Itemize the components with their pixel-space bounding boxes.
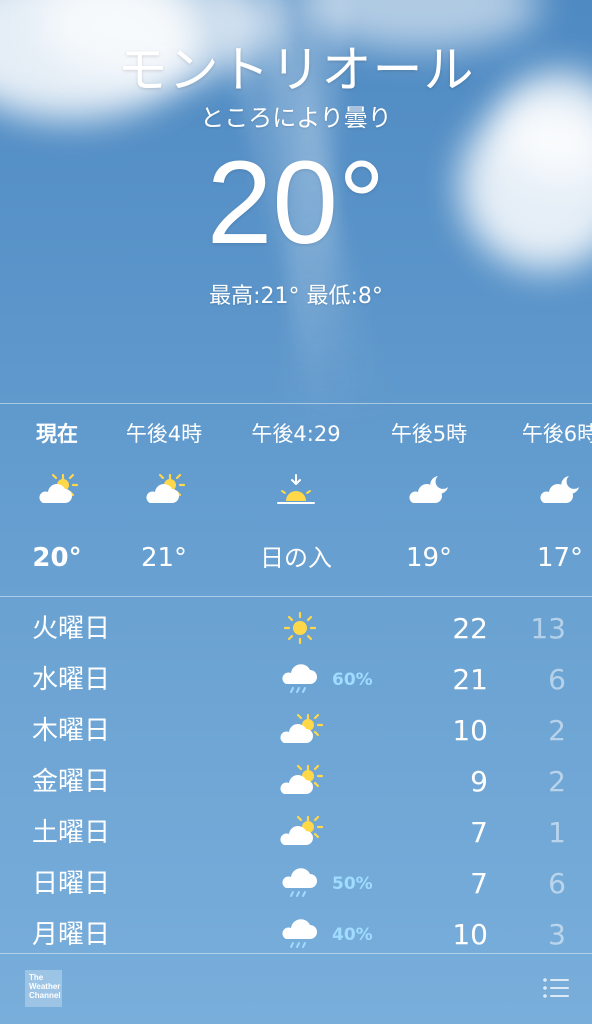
hour-label: 現在 (36, 422, 78, 446)
day-row-wednesday: 水曜日 60% 21 6 (0, 654, 592, 705)
hour-item-5pm: 午後5時 19° (369, 405, 489, 595)
low-temperature: 2 (548, 714, 566, 747)
city-name: モントリオール (117, 41, 475, 99)
logo-text-line1: The (29, 973, 44, 982)
day-row-saturday: 土曜日 7 1 (0, 807, 592, 858)
hour-label: 午後4時 (125, 422, 203, 446)
high-temperature: 21 (452, 663, 488, 696)
day-name: 金曜日 (32, 767, 111, 797)
high-temperature: 10 (452, 918, 488, 951)
partly-sunny-icon (280, 713, 324, 747)
day-row-friday: 金曜日 9 2 (0, 756, 592, 807)
high-temperature: 9 (470, 765, 488, 798)
rain-cloud-icon (280, 662, 320, 696)
hour-temperature: 21° (140, 543, 188, 573)
hour-item-now: 現在 20° (0, 405, 117, 595)
low-temperature: 2 (548, 765, 566, 798)
day-row-thursday: 木曜日 10 2 (0, 705, 592, 756)
weather-header: モントリオール ところにより曇り 20° 最高:21° 最低:8° (0, 0, 592, 404)
divider-top (0, 403, 592, 404)
divider-middle (0, 596, 592, 597)
hour-item-sunset: 午後4:29 日の入 (236, 405, 356, 595)
weather-channel-logo[interactable]: The Weather Channel (25, 970, 62, 1007)
high-temperature: 7 (470, 867, 488, 900)
hour-item-4pm: 午後4時 21° (104, 405, 224, 595)
day-row-tuesday: 火曜日 22 13 (0, 603, 592, 654)
logo-text-line2: Weather (29, 982, 61, 991)
rain-cloud-icon (280, 866, 320, 900)
day-name: 火曜日 (32, 614, 111, 644)
low-temperature: 3 (548, 918, 566, 951)
partly-sunny-icon (280, 815, 324, 849)
day-row-sunday: 日曜日 50% 7 6 (0, 858, 592, 909)
hour-temperature: 19° (405, 543, 453, 573)
logo-text-line3: Channel (29, 991, 61, 1000)
current-condition: ところにより曇り (200, 104, 392, 132)
day-name: 水曜日 (32, 665, 111, 695)
partly-cloudy-night-icon (500, 473, 592, 513)
low-temperature: 1 (548, 816, 566, 849)
sunset-icon (236, 473, 356, 513)
hour-temperature: 17° (536, 543, 584, 573)
rain-cloud-icon (280, 917, 320, 951)
hourly-forecast[interactable]: 現在 20° 午後4時 21° 午後4:29 日の入 午後5時 19° 午後6時… (0, 405, 592, 595)
precipitation-chance: 60% (332, 670, 373, 690)
daily-forecast[interactable]: 火曜日 22 13 水曜日 60% 21 6 木曜日 10 2 金曜日 9 2 … (0, 603, 592, 960)
partly-cloudy-night-icon (369, 473, 489, 513)
footer-bar: The Weather Channel (0, 954, 592, 1024)
current-temperature: 20° (206, 137, 386, 269)
hour-label: 午後4:29 (251, 422, 341, 446)
city-list-button[interactable] (542, 976, 570, 1000)
hour-item-6pm: 午後6時 17° (500, 405, 592, 595)
high-low-temperature: 最高:21° 最低:8° (209, 284, 383, 309)
high-temperature: 10 (452, 714, 488, 747)
hour-temperature: 日の入 (260, 544, 332, 572)
list-icon (543, 978, 569, 998)
high-temperature: 22 (452, 612, 488, 645)
low-temperature: 6 (548, 867, 566, 900)
hour-label: 午後6時 (521, 422, 592, 446)
high-temperature: 7 (470, 816, 488, 849)
low-temperature: 6 (548, 663, 566, 696)
hour-label: 午後5時 (390, 422, 468, 446)
day-name: 土曜日 (32, 818, 111, 848)
precipitation-chance: 40% (332, 925, 373, 945)
low-temperature: 13 (530, 612, 566, 645)
partly-sunny-icon (104, 473, 224, 513)
sun-icon (280, 611, 320, 645)
day-name: 日曜日 (32, 869, 111, 899)
day-name: 木曜日 (32, 716, 111, 746)
partly-sunny-icon (280, 764, 324, 798)
hour-temperature: 20° (32, 543, 82, 573)
precipitation-chance: 50% (332, 874, 373, 894)
partly-sunny-icon (0, 473, 117, 513)
day-name: 月曜日 (32, 920, 111, 950)
